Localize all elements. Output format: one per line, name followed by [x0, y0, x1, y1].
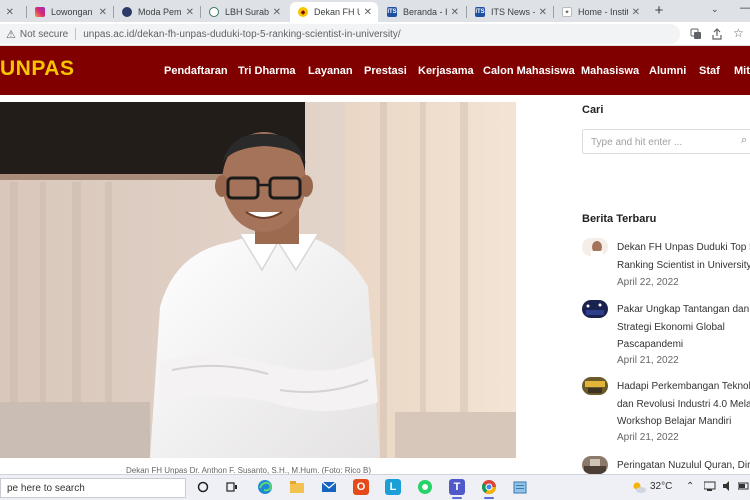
- security-label[interactable]: Not secure: [20, 29, 68, 40]
- weather-temperature[interactable]: 32°C: [650, 481, 672, 492]
- browser-tab[interactable]: ITS ITS News - In ✕: [467, 2, 553, 22]
- news-widget-title: Berita Terbaru: [582, 213, 657, 225]
- chrome-icon[interactable]: [481, 479, 497, 499]
- close-icon[interactable]: ✕: [186, 7, 194, 18]
- notepad-icon[interactable]: [512, 479, 528, 495]
- teams-icon[interactable]: T: [449, 479, 465, 499]
- globe-icon: [122, 7, 132, 17]
- warning-icon[interactable]: ⚠: [6, 28, 16, 41]
- battery-icon[interactable]: [737, 481, 750, 494]
- share-icon[interactable]: [711, 28, 723, 43]
- cortana-icon[interactable]: [195, 479, 211, 495]
- new-tab-button[interactable]: +: [651, 3, 667, 19]
- browser-tab-strip: ✕ Lowongan CP ✕ Moda Pembel ✕ LBH Suraba…: [0, 0, 750, 22]
- unpas-icon: ◆: [298, 7, 308, 17]
- site-logo[interactable]: UNPAS: [0, 57, 74, 81]
- news-item[interactable]: Dekan FH Unpas Duduki Top 5 Ranking Scie…: [582, 238, 750, 293]
- office-icon[interactable]: O: [353, 479, 369, 495]
- close-icon[interactable]: ✕: [451, 7, 459, 18]
- minimize-icon[interactable]: —: [740, 2, 750, 14]
- url-text[interactable]: unpas.ac.id/dekan-fh-unpas-duduki-top-5-…: [83, 29, 400, 40]
- news-date: April 22, 2022: [617, 277, 679, 288]
- taskbar-search-text[interactable]: pe here to search: [7, 483, 85, 494]
- news-item[interactable]: Peringatan Nuzulul Quran, Din: [582, 456, 750, 474]
- omnibox[interactable]: ⚠ Not secure unpas.ac.id/dekan-fh-unpas-…: [0, 24, 680, 44]
- browser-tab[interactable]: ✦ Home - Instit ✕: [554, 2, 646, 22]
- search-box: ⌕: [582, 129, 750, 154]
- close-icon[interactable]: ✕: [632, 7, 640, 18]
- globe-icon: [209, 7, 219, 17]
- network-icon[interactable]: [703, 481, 716, 494]
- news-title-line[interactable]: Dekan FH Unpas Duduki Top 5: [617, 238, 750, 257]
- news-date: April 21, 2022: [617, 355, 679, 366]
- nav-item-tri-dharma[interactable]: Tri Dharma: [238, 65, 295, 77]
- tray-overflow-icon[interactable]: ⌃: [686, 481, 694, 492]
- site-header: UNPAS Pendaftaran Tri Dharma Layanan Pre…: [0, 46, 750, 95]
- tab-search-icon[interactable]: ⌄: [711, 4, 719, 15]
- mail-icon[interactable]: [321, 479, 337, 495]
- edge-icon[interactable]: [257, 479, 273, 495]
- nav-item-mahasiswa[interactable]: Mahasiswa: [581, 65, 639, 77]
- nav-item-layanan[interactable]: Layanan: [308, 65, 353, 77]
- close-icon[interactable]: ✕: [6, 7, 14, 18]
- address-bar: ⚠ Not secure unpas.ac.id/dekan-fh-unpas-…: [0, 22, 750, 46]
- windows-taskbar: pe here to search O L T 32°C ⌃: [0, 474, 750, 500]
- browser-tab[interactable]: LBH Surabaya ✕: [201, 2, 287, 22]
- translate-icon[interactable]: [690, 28, 702, 43]
- nav-item-pendaftaran[interactable]: Pendaftaran: [164, 65, 228, 77]
- news-title-line[interactable]: Pakar Ungkap Tantangan dan: [617, 300, 750, 319]
- l-app-icon[interactable]: L: [385, 479, 401, 495]
- browser-tab[interactable]: Moda Pembel ✕: [114, 2, 200, 22]
- news-title-line[interactable]: Workshop Belajar Mandiri: [617, 412, 750, 431]
- file-explorer-icon[interactable]: [289, 479, 305, 495]
- weather-icon[interactable]: [631, 479, 647, 495]
- browser-tab-active[interactable]: ◆ Dekan FH Un ✕: [290, 2, 378, 22]
- news-thumbnail[interactable]: [582, 377, 608, 395]
- nav-item-prestasi[interactable]: Prestasi: [364, 65, 407, 77]
- news-title-line[interactable]: Pascapandemi: [617, 335, 750, 354]
- close-icon[interactable]: ✕: [364, 7, 372, 18]
- browser-tab[interactable]: ITS Beranda - Ins ✕: [379, 2, 465, 22]
- taskbar-search[interactable]: pe here to search: [0, 478, 186, 498]
- news-title-line[interactable]: Hadapi Perkembangan Teknolo: [617, 377, 750, 396]
- nav-item-staf[interactable]: Staf: [699, 65, 720, 77]
- search-icon[interactable]: ⌕: [741, 134, 747, 147]
- institution-icon: ✦: [562, 7, 572, 17]
- bookmark-star-icon[interactable]: ☆: [733, 26, 744, 40]
- article-photo: [0, 102, 516, 458]
- news-thumbnail[interactable]: [582, 456, 608, 474]
- close-icon[interactable]: ✕: [273, 7, 281, 18]
- news-title-line[interactable]: Peringatan Nuzulul Quran, Din: [617, 456, 750, 475]
- news-thumbnail[interactable]: [582, 300, 608, 318]
- close-icon[interactable]: ✕: [99, 7, 107, 18]
- close-icon[interactable]: ✕: [539, 7, 547, 18]
- news-date: April 21, 2022: [617, 432, 679, 443]
- nav-item-kerjasama[interactable]: Kerjasama: [418, 65, 474, 77]
- nav-item-alumni[interactable]: Alumni: [649, 65, 686, 77]
- nav-item-mitra[interactable]: Mit: [734, 65, 750, 77]
- news-title-line[interactable]: Ranking Scientist in University: [617, 256, 750, 275]
- news-thumbnail[interactable]: [582, 238, 608, 256]
- address-separator: [75, 28, 77, 40]
- nav-item-calon-mahasiswa[interactable]: Calon Mahasiswa: [483, 65, 575, 77]
- search-input[interactable]: [591, 134, 741, 150]
- browser-tab[interactable]: ✕: [0, 2, 20, 22]
- instagram-icon: [35, 7, 45, 17]
- its-icon: ITS: [475, 7, 485, 17]
- task-view-icon[interactable]: [224, 479, 240, 495]
- its-icon: ITS: [387, 7, 397, 17]
- news-item[interactable]: Hadapi Perkembangan Teknolo dan Revolusi…: [582, 377, 750, 449]
- volume-icon[interactable]: [722, 481, 734, 494]
- whatsapp-icon[interactable]: [417, 479, 433, 495]
- browser-tab[interactable]: Lowongan CP ✕: [27, 2, 113, 22]
- search-widget-title: Cari: [582, 104, 604, 116]
- news-item[interactable]: Pakar Ungkap Tantangan dan Strategi Ekon…: [582, 300, 750, 372]
